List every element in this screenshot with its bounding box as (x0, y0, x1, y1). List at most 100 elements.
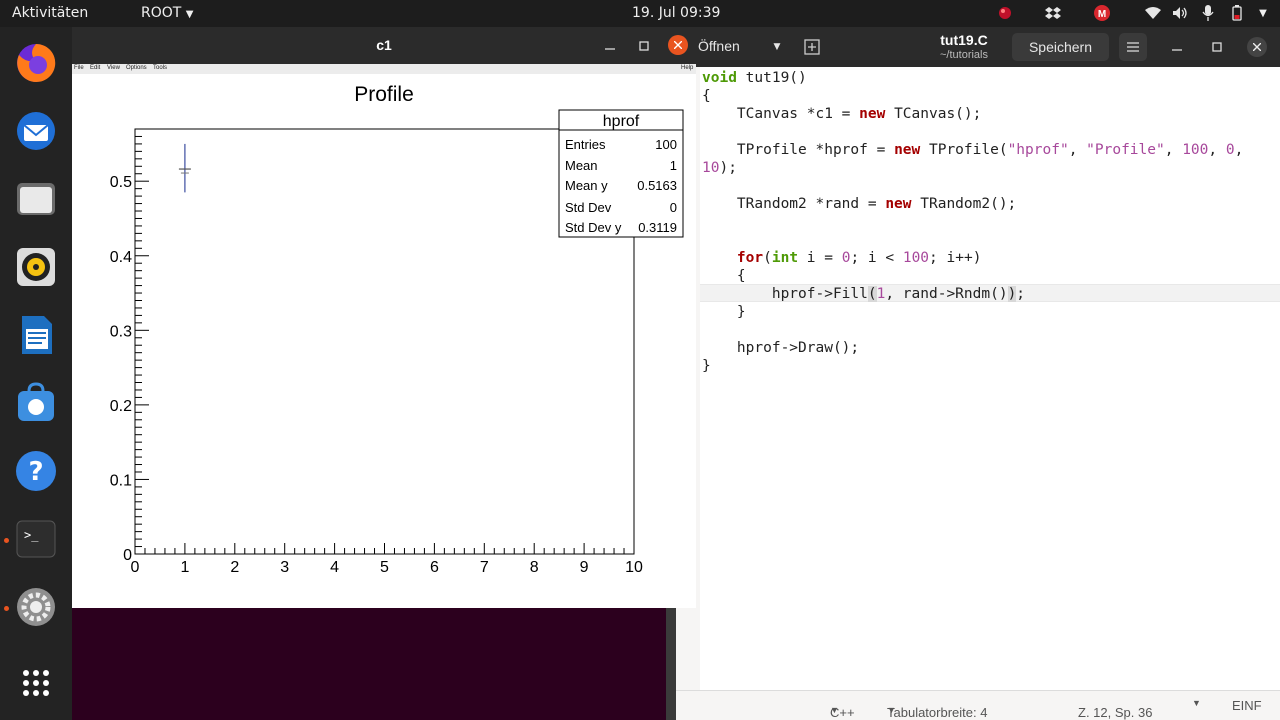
software-center-icon[interactable] (13, 380, 59, 426)
menu-help[interactable]: Help (681, 65, 693, 71)
c1-title-bar: c1 (72, 27, 696, 64)
code-line: void tut19() (702, 70, 807, 86)
tab-width-label: Tabulatorbreite: 4 (887, 705, 988, 720)
editor-header-bar: Öffnen ▼ tut19.C ~/tutorials Speichern (676, 27, 1280, 67)
svg-text:?: ? (28, 457, 43, 487)
y-tick-label: 0.5 (110, 174, 132, 191)
close-icon (1253, 43, 1261, 51)
code-line: 10); (702, 160, 737, 176)
maximize-icon (639, 41, 649, 51)
running-indicator (4, 606, 9, 611)
x-tick-label: 1 (180, 559, 189, 576)
stats-value: 0.3119 (638, 220, 677, 235)
stats-label: Mean y (565, 178, 608, 193)
x-tick-label: 7 (480, 559, 489, 576)
thunderbird-icon[interactable] (13, 108, 59, 154)
canvas-menu-bar: File Edit View Options Tools Help (72, 64, 696, 74)
code-line: TProfile *hprof = new TProfile("hprof", … (702, 142, 1244, 158)
rhythmbox-icon[interactable] (13, 244, 59, 290)
stats-box[interactable]: hprof Entries 100 Mean 1 Mean y 0.5163 S… (558, 109, 684, 238)
x-tick-label: 8 (530, 559, 539, 576)
new-document-icon (804, 39, 820, 55)
microphone-icon[interactable] (1199, 4, 1217, 22)
root-canvas-window: c1 File Edit View Options Tools Help Pro… (72, 27, 696, 608)
stats-value: 100 (655, 137, 677, 152)
app-menu-label: ROOT (141, 5, 182, 21)
minimize-button[interactable] (603, 39, 617, 53)
x-axis: 0 1 2 3 4 5 6 7 8 9 10 (131, 543, 643, 576)
volume-icon[interactable] (1171, 4, 1189, 22)
mega-icon[interactable]: M (1093, 4, 1111, 22)
editor-status-bar: C++ ▼ Tabulatorbreite: 4 ▼ Z. 12, Sp. 36… (676, 690, 1280, 720)
x-tick-label: 6 (430, 559, 439, 576)
save-button[interactable]: Speichern (1012, 33, 1109, 61)
dropbox-icon[interactable] (1044, 4, 1062, 22)
x-tick-label: 10 (625, 559, 643, 576)
chevron-down-icon: ▼ (773, 42, 781, 52)
cursor-position-label: Z. 12, Sp. 36 (1078, 705, 1153, 720)
settings-icon[interactable] (13, 584, 59, 630)
wifi-icon[interactable] (1144, 4, 1162, 22)
x-tick-label: 9 (580, 559, 589, 576)
menu-icon (1127, 42, 1139, 52)
help-icon[interactable]: ? (13, 448, 59, 494)
writer-icon[interactable] (13, 312, 59, 358)
menu-options[interactable]: Options (126, 65, 147, 71)
code-view[interactable]: void tut19() { TCanvas *c1 = new TCanvas… (676, 67, 1280, 690)
y-axis: 0 0.1 0.2 0.3 0.4 0.5 (110, 135, 149, 564)
recording-icon[interactable] (996, 4, 1014, 22)
dock: ? >_ (0, 27, 72, 720)
maximize-button[interactable] (1210, 40, 1224, 54)
app-menu-button[interactable]: ROOT ▼ (141, 5, 193, 21)
menu-file[interactable]: File (74, 65, 84, 71)
top-bar: Aktivitäten ROOT ▼ 19. Jul 09:39 M ▼ (0, 0, 1280, 27)
menu-view[interactable]: View (107, 65, 120, 71)
stats-label: Std Dev y (565, 220, 622, 235)
minimize-button[interactable] (1170, 40, 1184, 54)
insert-mode-indicator[interactable]: EINF (1232, 698, 1262, 713)
open-menu-button[interactable]: ▼ (766, 35, 788, 59)
minimize-icon (1172, 49, 1182, 51)
y-tick-label: 0.2 (110, 398, 132, 415)
x-tick-label: 5 (380, 559, 389, 576)
clock[interactable]: 19. Jul 09:39 (632, 5, 720, 21)
y-tick-label: 0.4 (110, 249, 132, 266)
running-indicator (4, 538, 9, 543)
system-menu-icon[interactable]: ▼ (1254, 4, 1272, 22)
x-tick-label: 4 (330, 559, 339, 576)
file-name: tut19.C (940, 32, 988, 48)
chevron-down-icon: ▼ (887, 705, 896, 715)
close-icon (674, 41, 682, 49)
profile-plot[interactable]: Profile 0 1 2 3 4 5 6 7 8 9 10 0 0.1 0.2 0.3 0.4 0.5 hp… (72, 74, 696, 608)
menu-edit[interactable]: Edit (90, 65, 100, 71)
menu-tools[interactable]: Tools (153, 65, 167, 71)
stats-label: Entries (565, 137, 606, 152)
files-icon[interactable] (13, 176, 59, 222)
open-button[interactable]: Öffnen (698, 38, 740, 54)
stats-value: 1 (670, 158, 677, 173)
svg-text:>_: >_ (24, 528, 39, 542)
stats-label: Std Dev (565, 200, 612, 215)
terminal-icon[interactable]: >_ (13, 516, 59, 562)
code-line: hprof->Draw(); (702, 340, 860, 356)
y-tick-label: 0 (123, 547, 132, 564)
data-points (178, 143, 191, 193)
minimize-icon (605, 48, 615, 50)
close-button[interactable] (1247, 37, 1267, 57)
file-path: ~/tutorials (940, 49, 988, 61)
stats-value: 0.5163 (637, 178, 677, 193)
firefox-icon[interactable] (13, 40, 59, 86)
show-apps-icon[interactable] (13, 660, 59, 706)
desktop-background (72, 608, 676, 720)
code-line: for(int i = 0; i < 100; i++) (736, 250, 982, 266)
y-tick-label: 0.3 (110, 323, 132, 340)
battery-icon[interactable] (1228, 4, 1246, 22)
window-edge (666, 608, 676, 720)
hamburger-menu-button[interactable] (1119, 33, 1147, 61)
code-line: { (702, 268, 746, 284)
close-button[interactable] (668, 35, 688, 55)
chevron-down-icon[interactable]: ▼ (1192, 698, 1201, 708)
maximize-button[interactable] (637, 39, 651, 53)
activities-button[interactable]: Aktivitäten (12, 5, 88, 21)
new-tab-button[interactable] (800, 35, 824, 59)
